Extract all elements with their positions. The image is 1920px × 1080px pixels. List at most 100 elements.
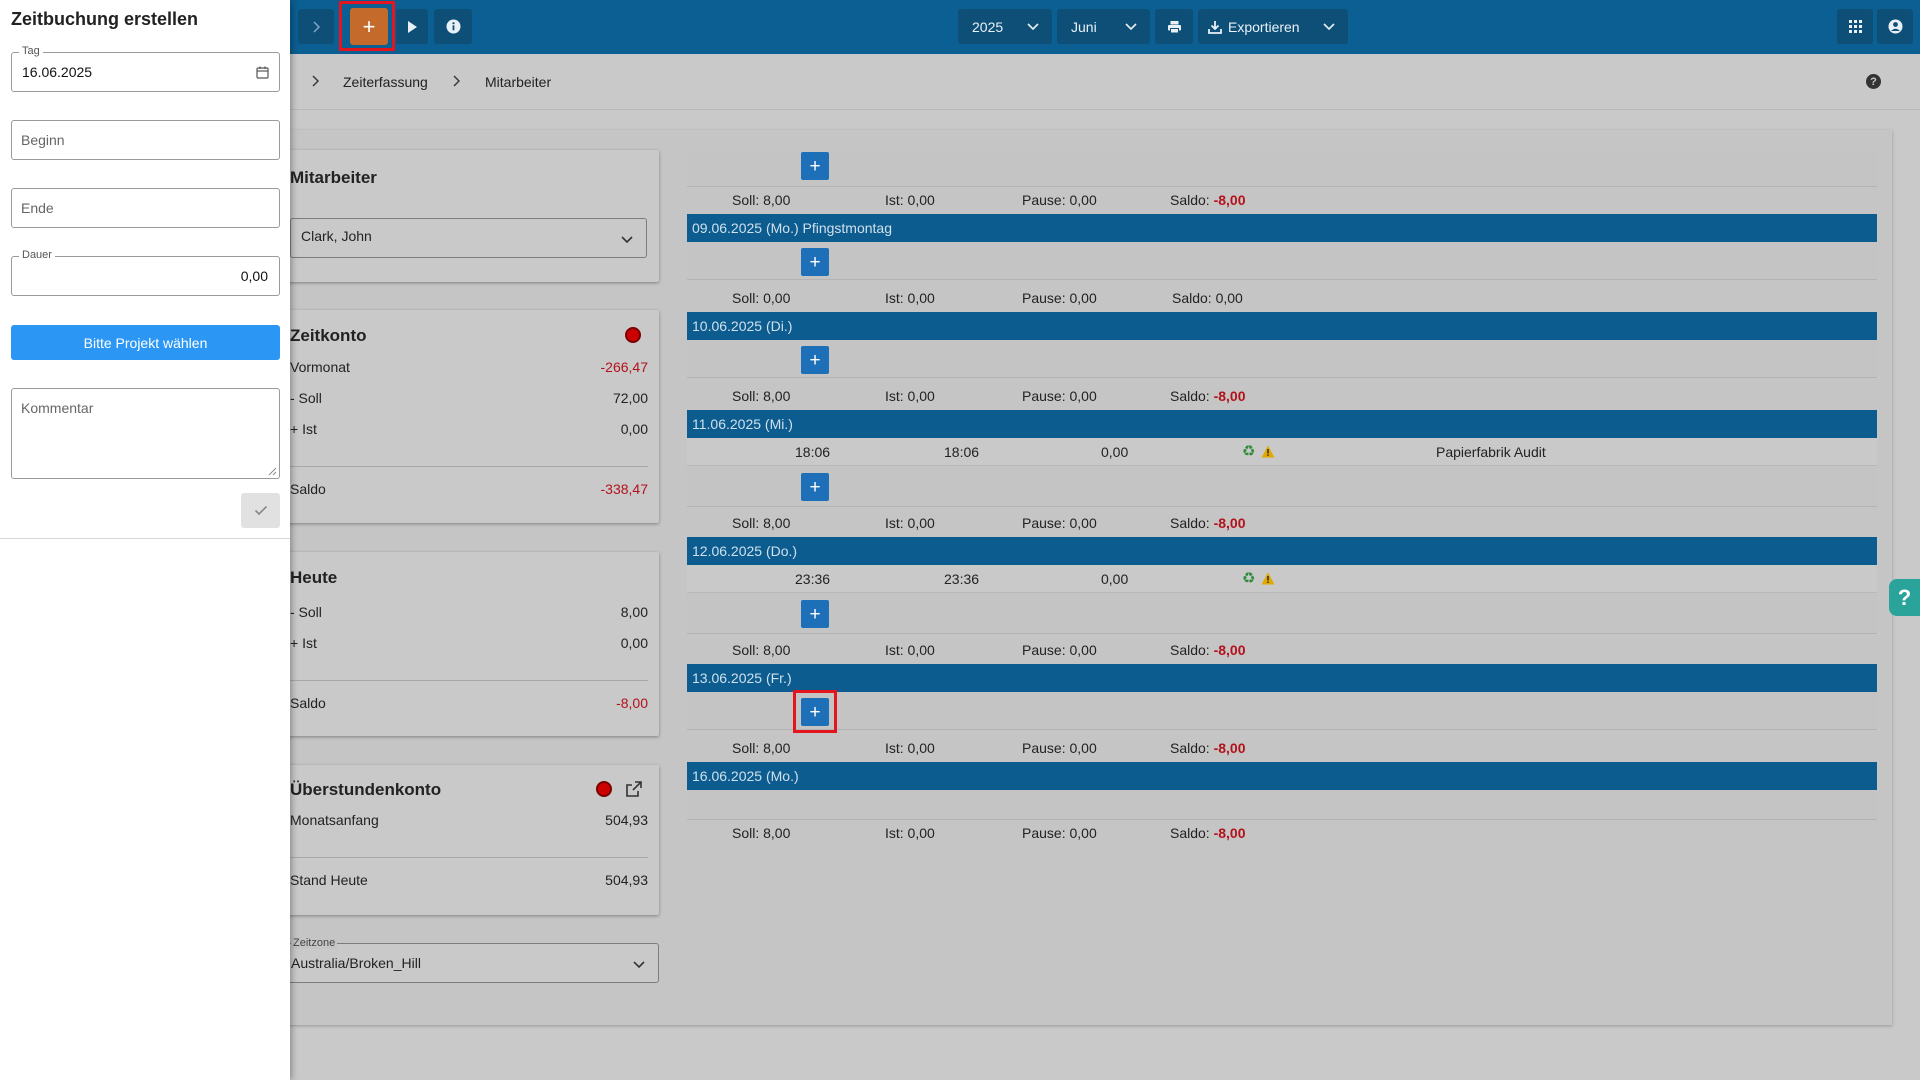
employee-select[interactable]: Clark, John	[290, 218, 647, 258]
summary-saldo: Saldo: -8,00	[1170, 825, 1246, 841]
help-icon[interactable]: ?	[1866, 74, 1881, 89]
month-select[interactable]: Juni	[1057, 9, 1150, 44]
comment-field[interactable]: Kommentar	[11, 388, 280, 479]
end-time-field[interactable]: Ende	[11, 188, 280, 228]
resize-handle-icon[interactable]	[268, 467, 277, 476]
ueberstunden-stand-value: 504,93	[605, 872, 648, 888]
zeitkonto-row-label: Vormonat	[290, 359, 350, 375]
date-field-value: 16.06.2025	[22, 64, 93, 80]
apps-button[interactable]	[1837, 9, 1873, 44]
calendar-icon[interactable]	[256, 66, 269, 79]
summary-saldo-label: Saldo:	[1170, 192, 1210, 208]
start-time-field[interactable]: Beginn	[11, 120, 280, 160]
summary-saldo: Saldo: -8,00	[1170, 642, 1246, 658]
employee-select-value: Clark, John	[301, 228, 372, 244]
apps-grid-icon	[1848, 20, 1862, 33]
summary-pause: Pause: 0,00	[1022, 388, 1097, 404]
day-header[interactable]: 12.06.2025 (Do.)	[687, 537, 1877, 565]
print-button[interactable]	[1155, 9, 1193, 44]
chevron-right-icon	[453, 75, 460, 87]
day-header[interactable]: 13.06.2025 (Fr.)	[687, 664, 1877, 692]
plus-icon: +	[809, 251, 821, 273]
recycle-icon: ♻	[1242, 570, 1256, 587]
chevron-down-icon	[621, 236, 633, 244]
add-entry-button[interactable]: +	[801, 346, 829, 374]
add-entry-button[interactable]: +	[801, 152, 829, 180]
ueberstunden-row-label: Monatsanfang	[290, 812, 379, 828]
year-select[interactable]: 2025	[958, 9, 1052, 44]
zeitkonto-row-label: - Soll	[290, 390, 322, 406]
summary-ist: Ist: 0,00	[885, 290, 935, 306]
add-entry-button[interactable]: +	[801, 248, 829, 276]
day-header[interactable]: 09.06.2025 (Mo.) Pfingstmontag	[687, 214, 1877, 242]
summary-saldo-label: Saldo:	[1170, 388, 1210, 404]
summary-ist: Ist: 0,00	[885, 642, 935, 658]
add-entry-row	[687, 242, 1877, 280]
time-entry-row[interactable]	[687, 565, 1877, 593]
play-button[interactable]	[396, 9, 428, 44]
month-value: Juni	[1071, 18, 1097, 35]
plus-icon: +	[809, 476, 821, 498]
breadcrumb-item-mitarbeiter[interactable]: Mitarbeiter	[485, 74, 551, 90]
date-field[interactable]: Tag 16.06.2025	[11, 45, 280, 92]
summary-soll: Soll: 8,00	[732, 192, 791, 208]
summary-saldo-label: Saldo:	[1170, 642, 1210, 658]
previous-month-button[interactable]	[298, 9, 334, 44]
open-external-icon[interactable]	[626, 781, 642, 797]
summary-saldo: Saldo: -8,00	[1170, 740, 1246, 756]
summary-saldo-label: Saldo:	[1170, 740, 1210, 756]
summary-saldo: Saldo: -8,00	[1170, 192, 1246, 208]
day-header[interactable]: 16.06.2025 (Mo.)	[687, 762, 1877, 790]
heute-card: Heute - Soll 8,00 + Ist 0,00 Saldo -8,00	[270, 552, 659, 736]
add-entry-row	[687, 467, 1877, 507]
summary-pause: Pause: 0,00	[1022, 740, 1097, 756]
timezone-select[interactable]: Zeitzone Australia/Broken_Hill	[270, 937, 659, 983]
add-entry-button[interactable]: +	[801, 473, 829, 501]
zeitkonto-saldo-value: -338,47	[600, 481, 648, 497]
summary-pause: Pause: 0,00	[1022, 825, 1097, 841]
summary-saldo-value: -8,00	[1213, 642, 1246, 658]
duration-field[interactable]: Dauer 0,00	[11, 249, 280, 296]
summary-saldo-value: -8,00	[1213, 515, 1246, 531]
add-entry-button[interactable]: +	[801, 600, 829, 628]
breadcrumb-item-zeiterfassung[interactable]: Zeiterfassung	[343, 74, 428, 90]
timezone-legend: Zeitzone	[291, 937, 338, 949]
time-entry-row[interactable]	[687, 438, 1877, 466]
create-booking-button[interactable]: +	[350, 8, 388, 45]
info-button[interactable]	[434, 9, 472, 44]
add-entry-row	[687, 692, 1877, 730]
comment-placeholder: Kommentar	[21, 400, 94, 416]
entry-duration: 0,00	[1101, 571, 1129, 587]
select-project-button[interactable]: Bitte Projekt wählen	[11, 325, 280, 360]
add-entry-button[interactable]: +	[801, 698, 829, 726]
download-icon	[1208, 20, 1222, 34]
day-header[interactable]: 11.06.2025 (Mi.)	[687, 410, 1877, 438]
summary-pause: Pause: 0,00	[1022, 290, 1097, 306]
chevron-right-icon	[313, 20, 321, 33]
summary-saldo: Saldo: 0,00	[1172, 290, 1243, 306]
divider	[290, 857, 648, 858]
save-button[interactable]	[241, 493, 280, 528]
heute-saldo-value: -8,00	[616, 695, 648, 711]
summary-soll: Soll: 8,00	[732, 388, 791, 404]
entry-start: 18:06	[795, 444, 831, 460]
day-header[interactable]: 10.06.2025 (Di.)	[687, 312, 1877, 340]
plus-icon: +	[809, 349, 821, 371]
duration-field-legend: Dauer	[19, 249, 55, 261]
entry-duration: 0,00	[1101, 444, 1129, 460]
status-indicator-icon	[625, 327, 641, 343]
summary-saldo-value: -8,00	[1213, 388, 1246, 404]
plus-icon: +	[809, 603, 821, 625]
heute-row-value: 8,00	[620, 604, 648, 620]
summary-saldo-label: Saldo:	[1172, 290, 1212, 306]
ueberstunden-stand-label: Stand Heute	[290, 872, 368, 888]
heute-row-label: + Ist	[290, 635, 317, 651]
entry-project: Papierfabrik Audit	[1436, 444, 1546, 460]
chevron-down-icon	[1323, 23, 1335, 31]
export-button[interactable]: Exportieren	[1198, 9, 1348, 44]
help-tab-icon[interactable]: ?	[1889, 579, 1920, 616]
info-icon	[446, 19, 460, 34]
heute-title: Heute	[290, 568, 338, 587]
user-menu-button[interactable]	[1877, 9, 1913, 44]
entry-start: 23:36	[795, 571, 831, 587]
